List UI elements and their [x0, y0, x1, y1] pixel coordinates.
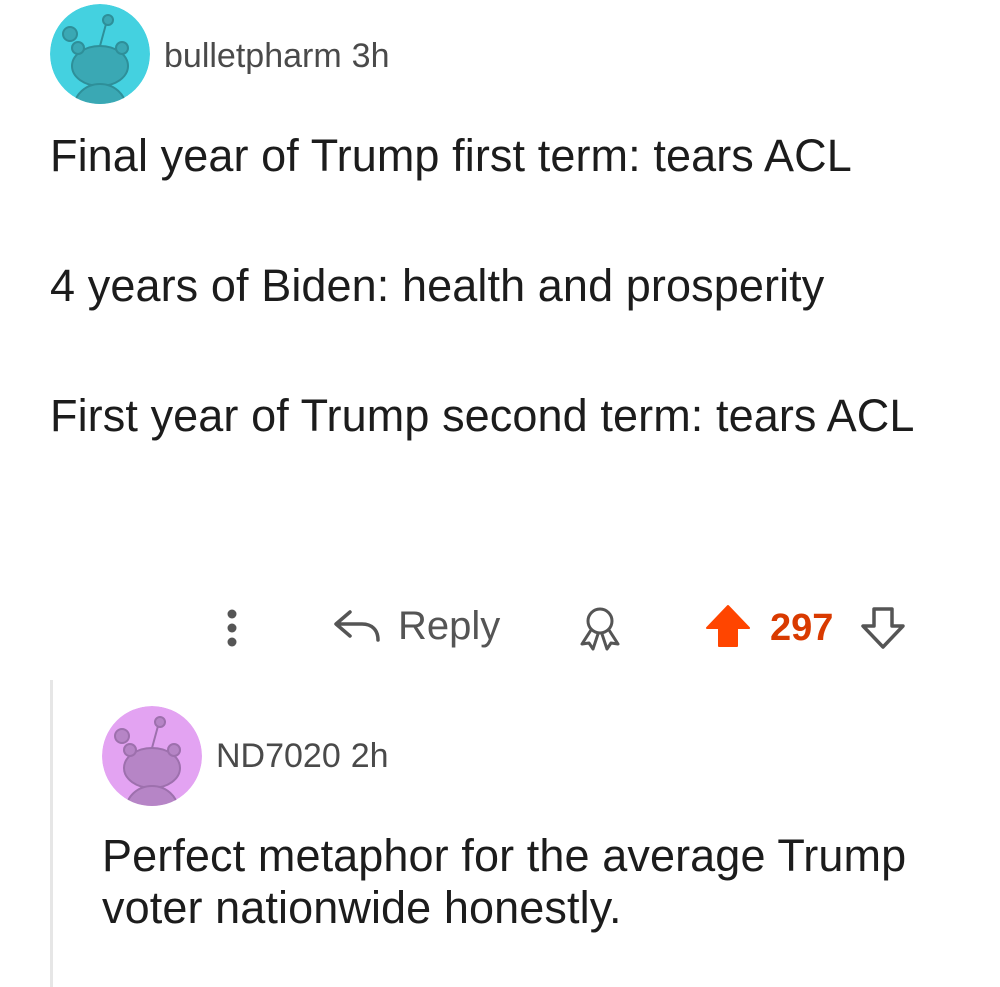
- avatar[interactable]: [50, 4, 150, 104]
- snoo-avatar-icon: [50, 4, 150, 104]
- award-button[interactable]: [576, 604, 624, 652]
- snoo-avatar-icon: [102, 706, 202, 806]
- downvote-arrow-icon: [861, 607, 905, 649]
- thread-line[interactable]: [50, 680, 53, 987]
- timestamp: 3h: [351, 37, 390, 75]
- avatar[interactable]: [102, 706, 202, 806]
- vertical-dots-icon: [227, 609, 237, 647]
- comment-header: bulletpharm 3h: [164, 36, 389, 76]
- timestamp: 2h: [350, 737, 389, 775]
- reply-label: Reply: [398, 604, 501, 648]
- username[interactable]: ND7020: [216, 737, 341, 775]
- reply-body: Perfect metaphor for the average Trump v…: [102, 830, 922, 934]
- comment-paragraph: Final year of Trump first term: tears AC…: [50, 130, 852, 181]
- downvote-button[interactable]: [860, 606, 906, 650]
- reply-paragraph: Perfect metaphor for the average Trump v…: [102, 830, 907, 933]
- comment-paragraph: First year of Trump second term: tears A…: [50, 390, 915, 441]
- reply-button[interactable]: Reply: [332, 604, 500, 648]
- username[interactable]: bulletpharm: [164, 37, 342, 75]
- reply-icon: [334, 610, 380, 642]
- upvote-button[interactable]: [704, 604, 752, 648]
- comment-body: Final year of Trump first term: tears AC…: [50, 130, 930, 442]
- comment-paragraph: 4 years of Biden: health and prosperity: [50, 260, 825, 311]
- comment-header: ND7020 2h: [216, 736, 389, 776]
- upvote-arrow-icon: [706, 605, 750, 647]
- vote-score: 297: [770, 607, 834, 649]
- more-options-button[interactable]: [214, 606, 250, 650]
- award-icon: [580, 607, 620, 651]
